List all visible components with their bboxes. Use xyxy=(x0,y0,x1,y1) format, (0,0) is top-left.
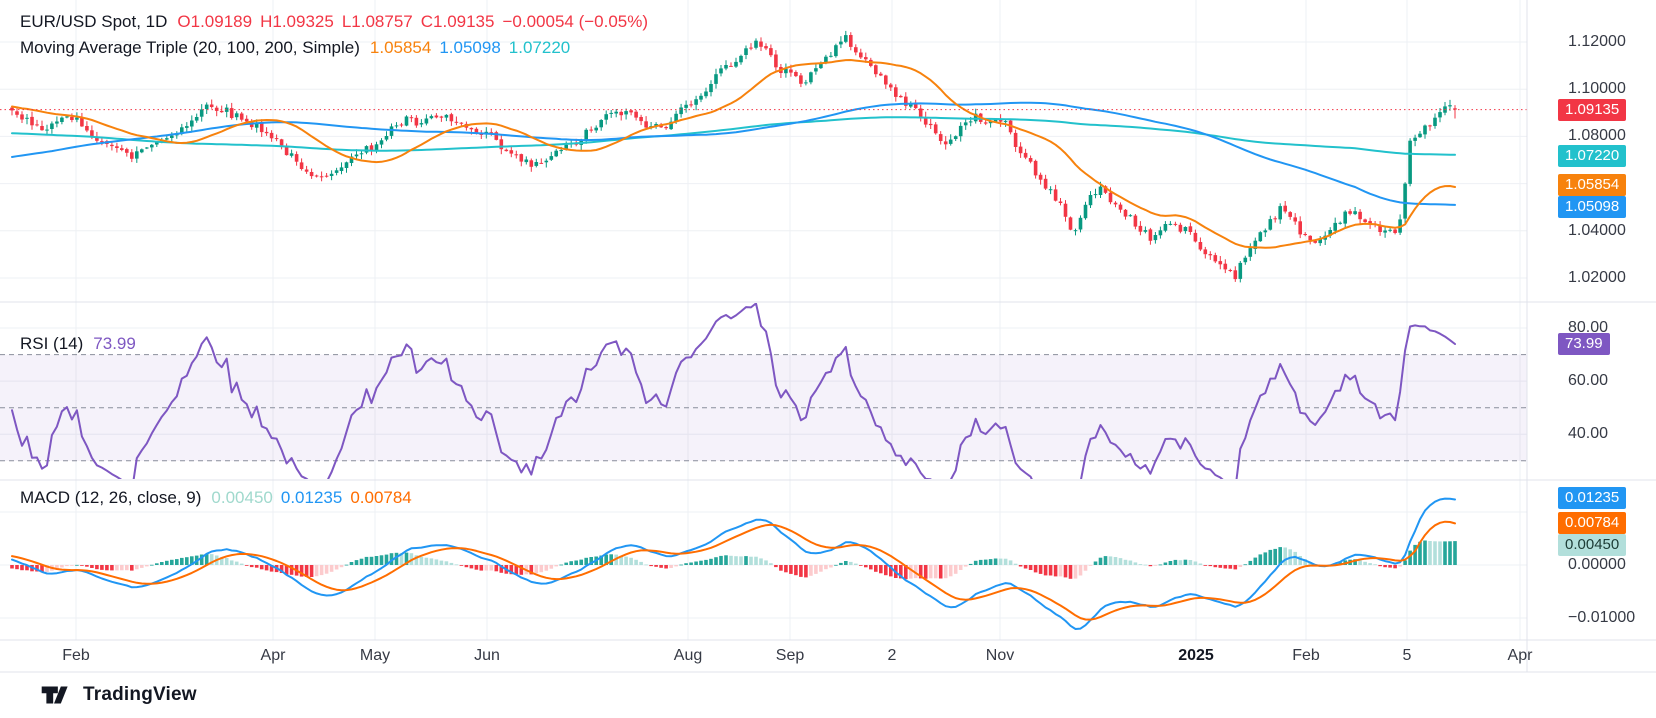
price-axis-badge: 1.05098 xyxy=(1558,196,1626,218)
ma100-value: 1.05098 xyxy=(439,38,500,57)
tradingview-brand-text[interactable]: TradingView xyxy=(83,684,197,706)
ma-indicator-title[interactable]: Moving Average Triple (20, 100, 200, Sim… xyxy=(20,38,360,57)
macd-axis-badge: 0.00784 xyxy=(1558,512,1626,534)
price-pane-legend: EUR/USD Spot, 1D O1.09189 H1.09325 L1.08757… xyxy=(20,9,656,61)
rsi-indicator-title[interactable]: RSI (14) xyxy=(20,334,83,353)
rsi-axis-label: 40.00 xyxy=(1568,425,1608,443)
macd-pane-legend: MACD (12, 26, close, 9) 0.00450 0.01235 0.0… xyxy=(20,485,420,511)
price-axis-label: 1.02000 xyxy=(1568,269,1626,287)
time-axis-label-2: 2 xyxy=(862,647,922,665)
macd-signal-value: 0.00784 xyxy=(350,488,411,507)
symbol-title[interactable]: EUR/USD Spot, 1D xyxy=(20,12,167,31)
open-value: O1.09189 xyxy=(177,12,252,31)
high-value: H1.09325 xyxy=(260,12,334,31)
symbol-legend-row: EUR/USD Spot, 1D O1.09189 H1.09325 L1.08757… xyxy=(20,9,656,35)
macd-axis-label: −0.01000 xyxy=(1568,609,1635,627)
tradingview-attribution: TradingView xyxy=(40,682,197,708)
time-axis-label-may: May xyxy=(345,647,405,665)
time-axis-label-nov: Nov xyxy=(970,647,1030,665)
macd-axis-badge: 0.00450 xyxy=(1558,534,1626,556)
time-axis-label-aug: Aug xyxy=(658,647,718,665)
tradingview-logo-icon xyxy=(40,682,74,708)
close-value: C1.09135 xyxy=(421,12,495,31)
low-value: L1.08757 xyxy=(342,12,413,31)
price-axis-label: 1.12000 xyxy=(1568,33,1626,51)
time-scale-axis[interactable]: Feb Apr May Jun Aug Sep 2 Nov 2025 Feb 5 Apr xyxy=(0,645,1656,672)
rsi-axis-badge: 73.99 xyxy=(1558,333,1610,355)
change-value: −0.00054 (−0.05%) xyxy=(502,12,648,31)
price-scale-axis[interactable]: 1.12000 1.10000 1.08000 1.04000 1.02000 1.091… xyxy=(1527,0,1656,672)
macd-axis-badge: 0.01235 xyxy=(1558,487,1626,509)
ma20-value: 1.05854 xyxy=(370,38,431,57)
macd-axis-label: 0.00000 xyxy=(1568,556,1626,574)
time-axis-label-feb: Feb xyxy=(1276,647,1336,665)
time-axis-label-apr: Apr xyxy=(1490,647,1550,665)
rsi-pane-legend: RSI (14) 73.99 xyxy=(20,331,144,357)
macd-line-value: 0.01235 xyxy=(281,488,342,507)
rsi-axis-label: 60.00 xyxy=(1568,372,1608,390)
price-axis-label: 1.08000 xyxy=(1568,127,1626,145)
price-axis-badge: 1.09135 xyxy=(1558,99,1626,121)
ma200-value: 1.07220 xyxy=(509,38,570,57)
price-axis-badge: 1.07220 xyxy=(1558,145,1626,167)
price-axis-label: 1.04000 xyxy=(1568,222,1626,240)
time-axis-label-jun: Jun xyxy=(457,647,517,665)
price-axis-label: 1.10000 xyxy=(1568,80,1626,98)
macd-hist-value: 0.00450 xyxy=(211,488,272,507)
time-axis-label-apr: Apr xyxy=(243,647,303,665)
chart-canvas[interactable] xyxy=(0,0,1656,673)
time-axis-label-2025: 2025 xyxy=(1166,647,1226,665)
time-axis-label-feb: Feb xyxy=(46,647,106,665)
ma-legend-row: Moving Average Triple (20, 100, 200, Sim… xyxy=(20,35,656,61)
time-axis-label-5: 5 xyxy=(1377,647,1437,665)
rsi-value: 73.99 xyxy=(93,334,136,353)
time-axis-label-sep: Sep xyxy=(760,647,820,665)
price-axis-badge: 1.05854 xyxy=(1558,174,1626,196)
macd-indicator-title[interactable]: MACD (12, 26, close, 9) xyxy=(20,488,201,507)
